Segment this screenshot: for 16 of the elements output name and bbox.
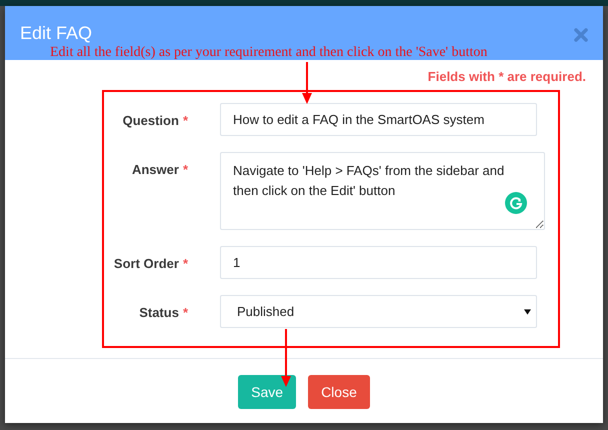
annotation-arrow xyxy=(280,329,292,387)
annotation-arrow xyxy=(301,62,313,104)
field-label: Question * xyxy=(122,112,188,130)
close-icon[interactable] xyxy=(574,28,588,42)
grammar-check-icon[interactable] xyxy=(505,192,527,214)
field-label: Answer * xyxy=(130,161,188,179)
field-label: Status * xyxy=(138,304,188,322)
answer-field[interactable]: Navigate to 'Help > FAQs' from the sidebar and then click on the Edit' button xyxy=(220,152,545,230)
field-label: Sort Order * xyxy=(112,255,188,273)
input-field[interactable]: How to edit a FAQ in the SmartOAS system xyxy=(220,103,537,136)
close-button[interactable]: Close xyxy=(308,375,370,409)
annotation-text: Edit all the field(s) as per your requirement and then click on the 'Save' button xyxy=(50,45,488,61)
input-field[interactable]: 1 xyxy=(220,246,537,279)
status-dropdown[interactable]: Published xyxy=(220,295,537,328)
dialog-title: Edit FAQ xyxy=(20,22,92,45)
required-note: Fields with * are required. xyxy=(426,69,586,85)
